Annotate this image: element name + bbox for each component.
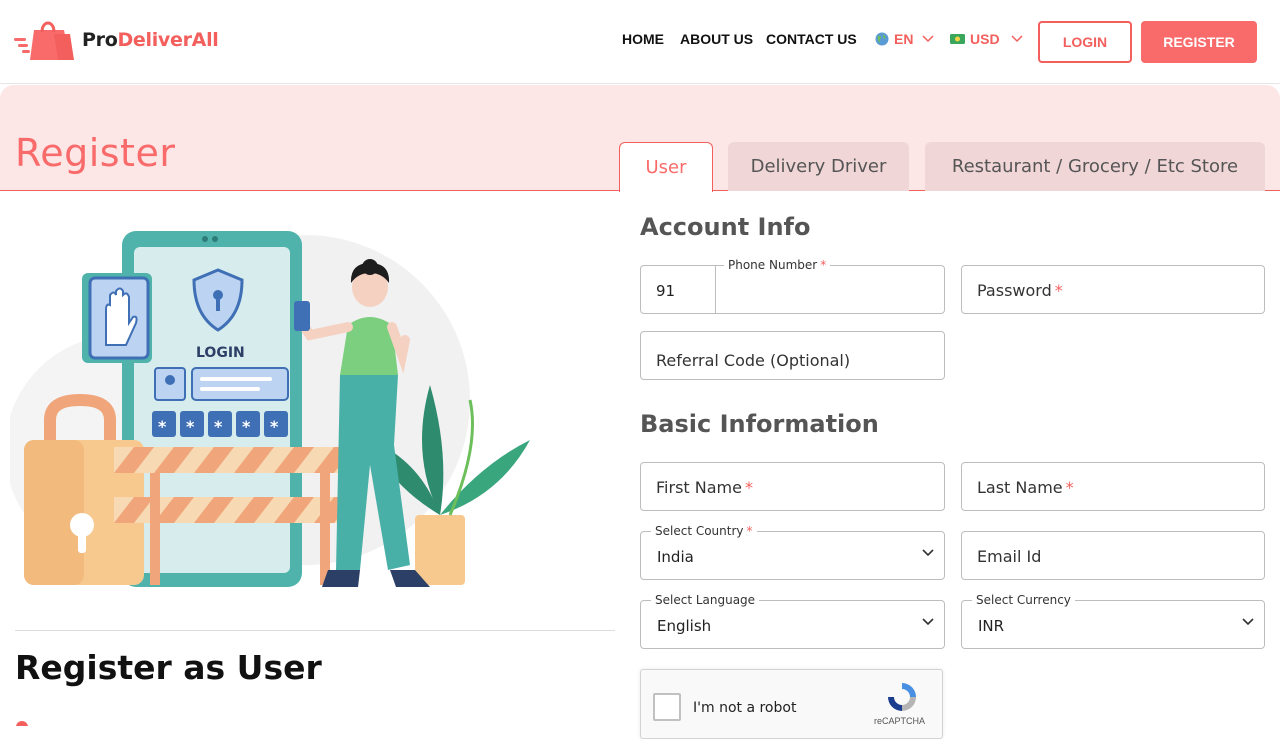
- referral-code-field[interactable]: Referral Code (Optional): [640, 331, 945, 380]
- recaptcha-widget: I'm not a robot reCAPTCHA: [640, 669, 943, 739]
- register-illustration: LOGIN * * * * *: [10, 231, 530, 587]
- language-select-label: Select Language: [651, 593, 760, 607]
- country-select[interactable]: Select Country * India: [640, 524, 945, 580]
- chevron-down-icon: [922, 618, 934, 626]
- page-title: Register: [15, 131, 176, 175]
- language-label: EN: [894, 31, 914, 47]
- chevron-down-icon: [922, 549, 934, 557]
- nav-about[interactable]: ABOUT US: [680, 31, 753, 47]
- currency-select-label: Select Currency: [972, 593, 1075, 607]
- password-placeholder: Password *: [977, 281, 1063, 300]
- nav-home[interactable]: HOME: [622, 31, 664, 47]
- last-name-placeholder: Last Name *: [977, 478, 1074, 497]
- country-label: Select Country *: [651, 524, 757, 538]
- svg-text:*: *: [158, 417, 167, 436]
- svg-text:*: *: [214, 417, 223, 436]
- country-code-value: 91: [656, 282, 676, 300]
- chevron-down-icon: [922, 35, 934, 43]
- currency-value: INR: [978, 617, 1005, 635]
- svg-text:*: *: [186, 417, 195, 436]
- globe-icon: [875, 32, 889, 46]
- nav-contact[interactable]: CONTACT US: [766, 31, 857, 47]
- recaptcha-logo-icon: [888, 683, 916, 711]
- register-button[interactable]: REGISTER: [1141, 21, 1257, 63]
- phone-label: Phone Number *: [724, 258, 831, 272]
- benefit-line-partial: [15, 714, 615, 726]
- login-button[interactable]: LOGIN: [1038, 21, 1132, 63]
- tab-user[interactable]: User: [619, 142, 713, 192]
- basic-info-title: Basic Information: [640, 410, 879, 438]
- first-name-field[interactable]: First Name *: [640, 462, 945, 511]
- currency-select[interactable]: Select Currency INR: [961, 593, 1265, 649]
- language-value: English: [657, 617, 712, 635]
- recaptcha-checkbox[interactable]: [653, 693, 681, 721]
- password-field[interactable]: Password *: [961, 265, 1265, 314]
- account-info-title: Account Info: [640, 213, 811, 241]
- email-field[interactable]: Email Id: [961, 531, 1265, 580]
- recaptcha-brand: reCAPTCHA: [874, 716, 926, 726]
- illustration-login-text: LOGIN: [196, 345, 245, 361]
- currency-label: USD: [970, 31, 1000, 47]
- banknote-icon: [950, 34, 965, 44]
- section-divider: [15, 630, 615, 631]
- shopping-bag-icon: [14, 21, 74, 60]
- svg-text:*: *: [270, 417, 279, 436]
- tab-delivery-driver[interactable]: Delivery Driver: [728, 142, 909, 191]
- first-name-placeholder: First Name *: [656, 478, 753, 497]
- svg-text:*: *: [242, 417, 251, 436]
- last-name-field[interactable]: Last Name *: [961, 462, 1265, 511]
- phone-field[interactable]: 91 Phone Number *: [640, 258, 945, 314]
- chevron-down-icon: [1242, 618, 1254, 626]
- email-placeholder: Email Id: [977, 547, 1042, 566]
- register-banner: Register User Delivery Driver Restaurant…: [0, 85, 1280, 192]
- language-select[interactable]: Select Language English: [640, 593, 945, 649]
- tab-store[interactable]: Restaurant / Grocery / Etc Store: [925, 142, 1265, 191]
- referral-placeholder: Referral Code (Optional): [656, 351, 851, 370]
- country-code-box[interactable]: 91: [641, 266, 716, 313]
- country-value: India: [657, 548, 694, 566]
- recaptcha-text: I'm not a robot: [693, 700, 797, 716]
- brand-name: ProDeliverAll: [82, 29, 219, 51]
- site-header: ProDeliverAll HOME ABOUT US CONTACT US E…: [0, 0, 1280, 84]
- register-as-heading: Register as User: [15, 648, 322, 687]
- brand-logo[interactable]: ProDeliverAll: [14, 18, 219, 62]
- chevron-down-icon: [1011, 35, 1023, 43]
- currency-selector[interactable]: USD: [950, 31, 1023, 47]
- language-selector[interactable]: EN: [875, 31, 934, 47]
